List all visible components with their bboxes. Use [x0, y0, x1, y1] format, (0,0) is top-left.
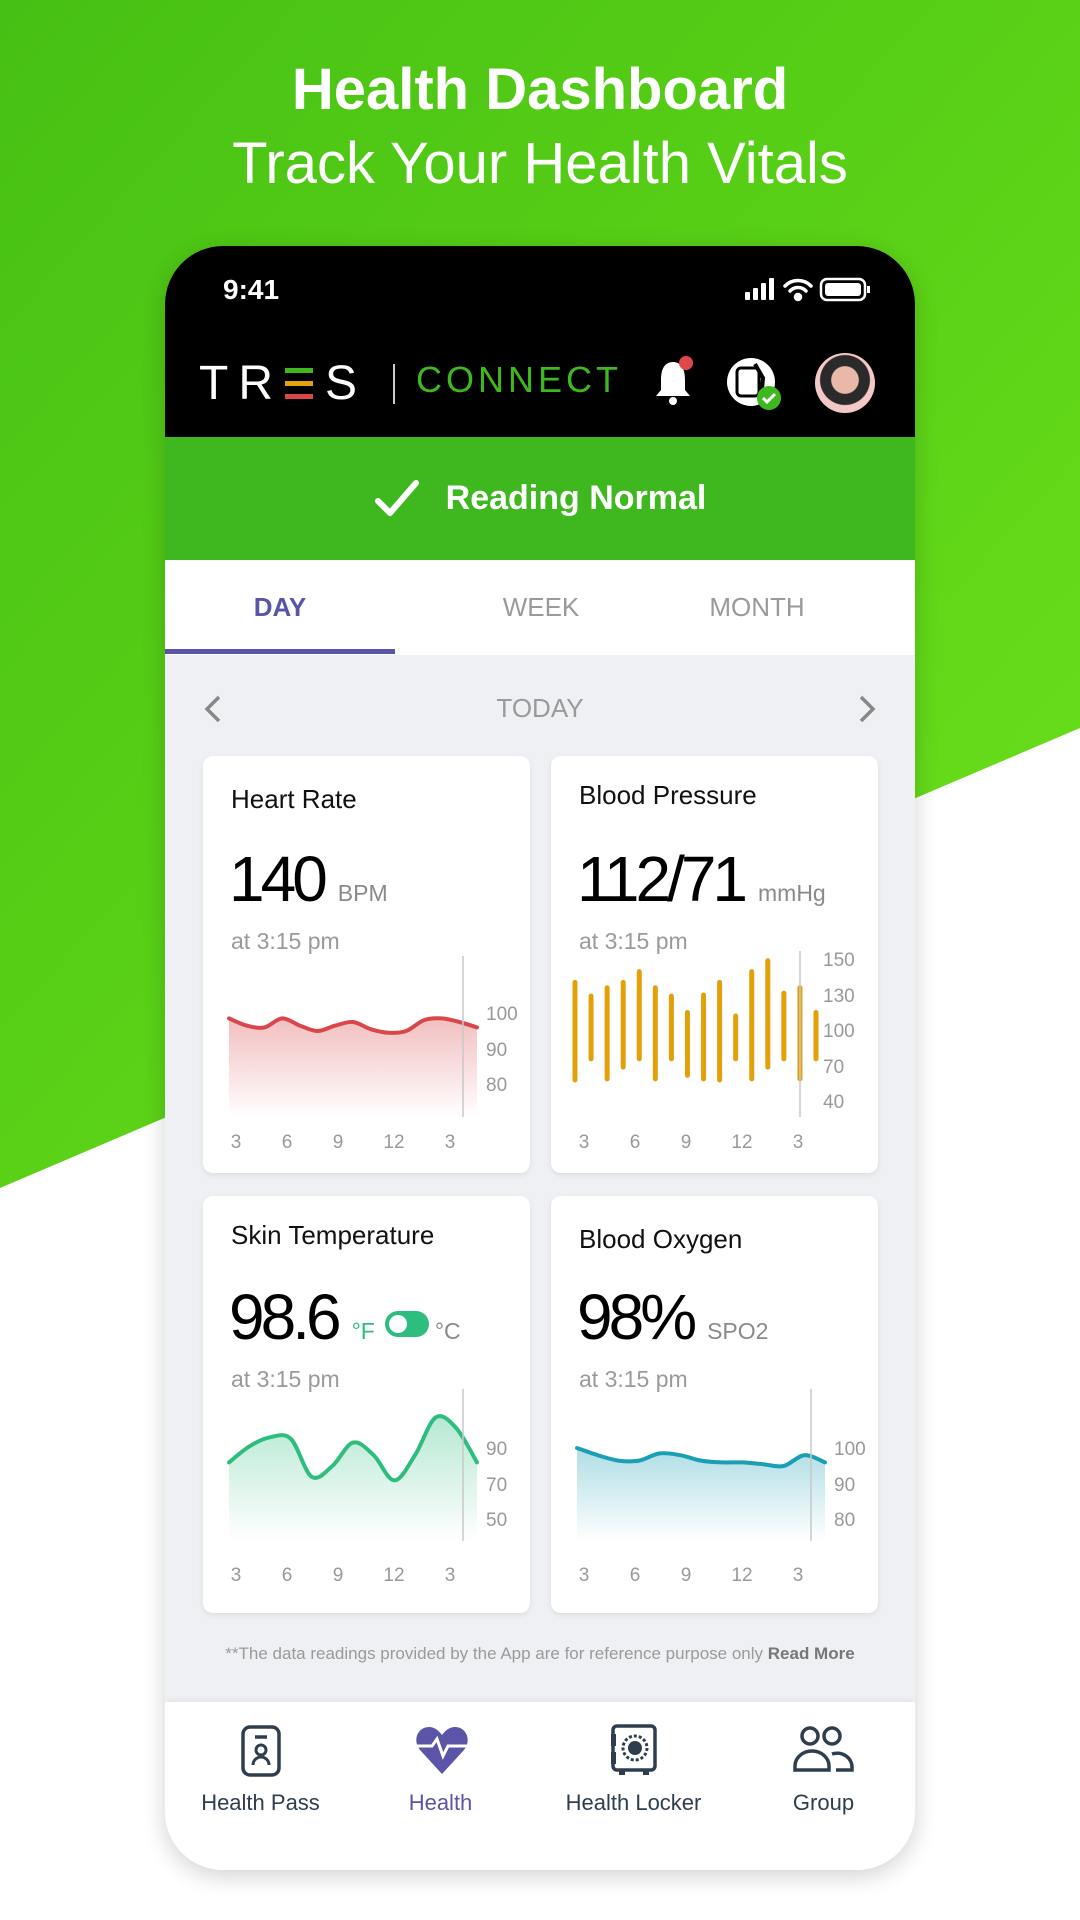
x-tick-label: 3	[231, 1132, 242, 1153]
period-tabs: DAY WEEK MONTH	[165, 560, 915, 655]
active-tab-indicator	[165, 649, 395, 654]
disclaimer-text: **The data readings provided by the App …	[225, 1644, 768, 1663]
nav-label: Group	[792, 1790, 855, 1815]
x-tick-label: 3	[793, 1565, 804, 1586]
nav-label: Health Locker	[565, 1790, 702, 1815]
y-tick-label: 80	[486, 1075, 507, 1096]
hero-subtitle: Track Your Health Vitals	[232, 131, 848, 196]
tres-logo: TR S	[199, 356, 367, 411]
y-tick-label: 100	[823, 1021, 855, 1042]
y-tick-label: 100	[834, 1439, 866, 1460]
safe-icon	[611, 1724, 657, 1775]
phone-screen: 9:41 TR S CONNECT Reading Normal DAY WEE…	[165, 246, 915, 1870]
y-tick-label: 70	[486, 1475, 507, 1496]
skin-temperature-chart: 90 70 50 3 6 9 12 3	[227, 1389, 507, 1586]
x-tick-label: 9	[333, 1565, 344, 1586]
x-tick-label: 6	[630, 1565, 641, 1586]
y-tick-label: 150	[823, 950, 855, 971]
y-tick-label: 90	[834, 1475, 855, 1496]
y-tick-label: 50	[486, 1510, 507, 1531]
status-banner: Reading Normal	[165, 437, 915, 560]
x-tick-label: 3	[793, 1132, 804, 1153]
blood-pressure-card[interactable]: Blood Pressure 112/71 mmHg at 3:15 pm 150…	[551, 756, 878, 1173]
bottom-nav: Health Pass Health Health Locker Group	[165, 1702, 915, 1870]
skin-temperature-card[interactable]: Skin Temperature 98.6 °F °C at 3:15 pm 9…	[203, 1196, 530, 1613]
chevron-right-icon[interactable]	[855, 694, 879, 724]
tab-day[interactable]: DAY	[165, 560, 395, 655]
banner-text: Reading Normal	[445, 479, 707, 517]
hero-title: Health Dashboard	[291, 57, 789, 122]
notification-dot	[679, 356, 693, 370]
smartwatch-connected-icon[interactable]	[725, 356, 785, 412]
area-fill	[229, 1018, 477, 1117]
x-tick-label: 12	[731, 1565, 752, 1586]
y-tick-label: 80	[834, 1510, 855, 1531]
x-tick-label: 12	[383, 1132, 404, 1153]
wifi-icon	[783, 278, 813, 302]
nav-health[interactable]: Health	[347, 1702, 534, 1870]
heart-pulse-icon	[416, 1727, 468, 1774]
id-badge-icon	[241, 1725, 281, 1777]
x-tick-label: 9	[333, 1132, 344, 1153]
heart-rate-card[interactable]: Heart Rate 140 BPM at 3:15 pm 100 90 80 3 6 9 1…	[203, 756, 530, 1173]
x-tick-label: 3	[579, 1565, 590, 1586]
nav-health-locker[interactable]: Health Locker	[540, 1702, 727, 1870]
logo-text: S	[324, 357, 367, 410]
group-icon	[793, 1726, 854, 1772]
nav-group[interactable]: Group	[730, 1702, 915, 1870]
battery-icon	[819, 277, 870, 302]
tab-month[interactable]: MONTH	[642, 560, 872, 655]
x-tick-label: 3	[445, 1565, 456, 1586]
x-tick-label: 12	[383, 1565, 404, 1586]
blood-oxygen-chart: 100 90 80 3 6 9 12 3	[575, 1389, 866, 1586]
y-tick-label: 100	[486, 1004, 518, 1025]
y-tick-label: 40	[823, 1092, 844, 1113]
y-tick-label: 130	[823, 986, 855, 1007]
logo-e-bars	[284, 368, 313, 399]
status-time: 9:41	[223, 274, 280, 305]
x-tick-label: 6	[282, 1132, 293, 1153]
x-tick-label: 9	[681, 1565, 692, 1586]
tab-week[interactable]: WEEK	[426, 560, 656, 655]
logo-text: TR	[199, 357, 283, 410]
area-fill	[229, 1416, 477, 1541]
x-tick-label: 12	[731, 1132, 752, 1153]
blood-pressure-chart: 150 130 100 70 40 3 6 9 12 3	[572, 950, 855, 1153]
x-tick-label: 3	[231, 1565, 242, 1586]
check-icon	[374, 479, 419, 516]
blood-oxygen-card[interactable]: Blood Oxygen 98% SPO2 at 3:15 pm 100 90 80 3…	[551, 1196, 878, 1613]
nav-health-pass[interactable]: Health Pass	[167, 1702, 354, 1870]
app-header: 9:41 TR S CONNECT	[165, 246, 915, 437]
x-tick-label: 3	[579, 1132, 590, 1153]
y-tick-label: 90	[486, 1439, 507, 1460]
x-tick-label: 3	[445, 1132, 456, 1153]
nav-label: Health Pass	[201, 1790, 320, 1815]
signal-icon	[745, 278, 774, 300]
connect-logo: CONNECT	[416, 359, 622, 400]
read-more-link[interactable]: Read More	[768, 1644, 855, 1663]
x-tick-label: 6	[630, 1132, 641, 1153]
disclaimer: **The data readings provided by the App …	[165, 1644, 915, 1664]
logo-divider	[393, 364, 395, 404]
y-tick-label: 70	[823, 1057, 844, 1078]
date-label: TODAY	[496, 693, 584, 723]
x-tick-label: 6	[282, 1565, 293, 1586]
status-icons	[745, 277, 870, 302]
x-tick-label: 9	[681, 1132, 692, 1153]
heart-rate-chart: 100 90 80 3 6 9 12 3	[227, 956, 518, 1153]
y-tick-label: 90	[486, 1040, 507, 1061]
avatar[interactable]	[815, 353, 875, 413]
bell-icon[interactable]	[653, 354, 697, 408]
nav-label: Health	[408, 1790, 473, 1815]
